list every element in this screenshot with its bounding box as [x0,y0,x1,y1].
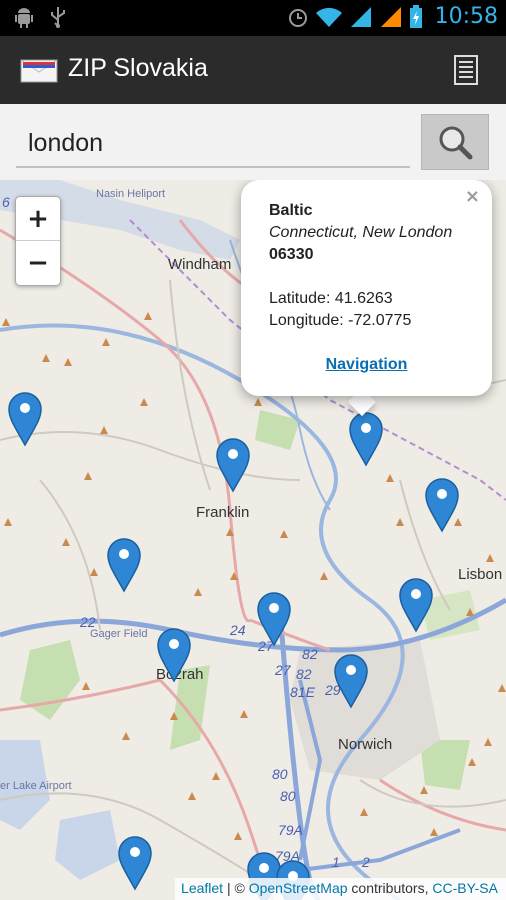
search-input[interactable] [16,120,410,168]
map-marker[interactable] [256,591,292,647]
popup-zip: 06330 [269,246,314,263]
usb-icon [51,7,65,28]
map-marker[interactable] [215,437,251,493]
route-number: 22 [80,614,96,630]
android-debug-icon [15,8,33,28]
route-number: 27 [275,662,291,678]
map-marker[interactable] [424,477,460,533]
route-number: 6 [2,194,10,210]
label-franklin: Franklin [196,504,250,521]
popup-longitude: Longitude: -72.0775 [269,312,412,329]
route-number: 82 [302,646,318,662]
route-number: 80 [280,788,296,804]
route-number: 80 [272,766,288,782]
status-bar: 10:58 [0,0,506,36]
route-number: 79A [278,822,303,838]
popup-latitude: Latitude: 41.6263 [269,290,393,307]
label-gager-field: Gager Field [90,628,148,640]
search-button[interactable] [421,114,489,170]
popup-content: Baltic Connecticut, New London 06330 Lat… [269,200,452,332]
license-link[interactable]: CC-BY-SA [432,880,498,896]
zoom-out-button[interactable]: − [16,241,60,284]
app-title: ZIP Slovakia [68,54,208,82]
label-airport: er Lake Airport [0,780,72,792]
map-marker[interactable] [398,577,434,633]
label-norwich: Norwich [338,736,393,753]
attribution-contributors: contributors, [347,880,433,896]
alarm-icon [288,8,307,27]
map-marker-selected[interactable] [348,411,384,467]
route-number: 81E [290,684,315,700]
osm-link[interactable]: OpenStreetMap [249,880,348,896]
signal-icon-secondary [380,6,401,27]
popup-region: Connecticut, New London [269,224,453,241]
action-bar: ZIP Slovakia [0,36,506,106]
map-marker[interactable] [7,391,43,447]
label-lisbon: Lisbon [458,566,503,583]
leaflet-link[interactable]: Leaflet [181,880,223,896]
attribution-separator: | © [223,880,249,896]
route-number: 82 [296,666,312,682]
map-marker[interactable] [156,627,192,683]
search-row [0,104,506,180]
map-marker[interactable] [333,653,369,709]
wifi-icon [315,7,342,27]
route-number: 2 [362,854,370,870]
map-marker[interactable] [106,537,142,593]
label-heliport: Nasin Heliport [96,188,166,200]
marker-popup: × Baltic Connecticut, New London 06330 L… [241,180,492,396]
popup-place-name: Baltic [269,202,313,219]
envelope-icon [20,59,58,83]
map-marker[interactable] [117,835,153,891]
label-windham: Windham [168,256,232,273]
list-menu-icon[interactable] [446,50,486,90]
popup-close-button[interactable]: × [465,186,480,207]
route-number: 1 [332,854,340,870]
signal-icon [350,6,371,27]
map-attribution: Leaflet | © OpenStreetMap contributors, … [175,878,506,900]
clock: 10:58 [434,4,498,29]
zoom-control: + − [15,196,61,286]
map-view[interactable]: Nasin Heliport Windham Franklin Bozrah N… [0,180,506,900]
route-number: 24 [230,622,246,638]
zoom-in-button[interactable]: + [16,197,60,241]
popup-navigation-link[interactable]: Navigation [241,356,492,374]
magnifier-icon [439,126,473,160]
battery-icon [409,4,422,28]
